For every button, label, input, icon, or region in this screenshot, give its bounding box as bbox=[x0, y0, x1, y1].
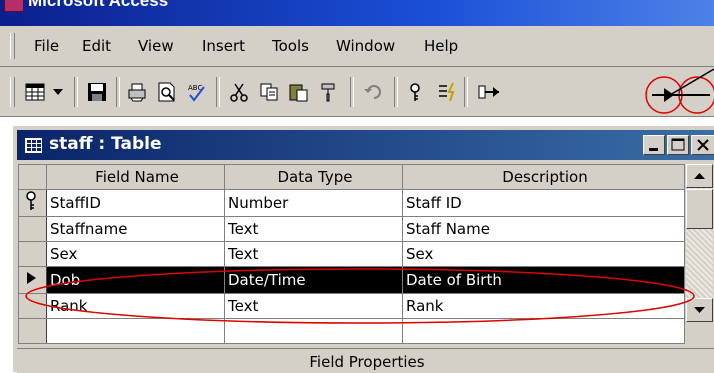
description-cell[interactable]: Rank bbox=[402, 293, 685, 319]
row-selector[interactable] bbox=[18, 241, 47, 267]
data-type-cell[interactable]: Text bbox=[224, 216, 403, 242]
table-design-window: staff : Table Field Name Data Type Descr… bbox=[11, 124, 714, 373]
field-properties-label: Field Properties bbox=[309, 353, 425, 371]
current-row-arrow-icon bbox=[27, 272, 36, 284]
field-row: Staffname Text Staff Name bbox=[18, 216, 685, 242]
row-selector[interactable] bbox=[18, 293, 47, 319]
toolbar-separator bbox=[464, 77, 468, 107]
toolbar-separator bbox=[74, 77, 78, 107]
field-name-cell[interactable]: StaffID bbox=[46, 189, 225, 217]
field-row: Sex Text Sex bbox=[18, 241, 685, 267]
field-name-cell[interactable]: Sex bbox=[46, 241, 225, 267]
field-row-current: Dob Date/Time Date of Birth bbox=[18, 266, 685, 294]
build-icon[interactable] bbox=[434, 79, 460, 105]
paste-icon[interactable] bbox=[286, 79, 312, 105]
grid-header-row: Field Name Data Type Description bbox=[18, 164, 685, 190]
close-button[interactable] bbox=[691, 135, 714, 155]
menu-bar: File Edit View Insert Tools Window Help bbox=[0, 26, 714, 67]
row-selector[interactable] bbox=[18, 189, 47, 217]
description-cell[interactable] bbox=[402, 318, 685, 344]
menu-edit[interactable]: Edit bbox=[82, 37, 111, 55]
app-title-bar: Microsoft Access bbox=[0, 0, 714, 26]
menubar-grip[interactable] bbox=[10, 33, 15, 59]
print-preview-icon[interactable] bbox=[154, 79, 180, 105]
table-icon bbox=[25, 138, 42, 153]
field-row: Rank Text Rank bbox=[18, 293, 685, 319]
data-type-cell[interactable] bbox=[224, 318, 403, 344]
description-cell[interactable]: Date of Birth bbox=[402, 266, 685, 294]
toolbar-separator bbox=[350, 77, 354, 107]
table-view-icon[interactable] bbox=[22, 79, 48, 105]
description-cell[interactable]: Sex bbox=[402, 241, 685, 267]
field-name-cell[interactable] bbox=[46, 318, 225, 344]
relationship-icon[interactable] bbox=[476, 79, 506, 105]
field-name-cell[interactable]: Dob bbox=[46, 266, 225, 294]
field-name-cell[interactable]: Rank bbox=[46, 293, 225, 319]
menu-view[interactable]: View bbox=[138, 37, 174, 55]
app-title: Microsoft Access bbox=[28, 0, 169, 10]
data-type-cell[interactable]: Text bbox=[224, 293, 403, 319]
row-selector-header[interactable] bbox=[18, 164, 47, 190]
column-header-data-type[interactable]: Data Type bbox=[224, 164, 403, 190]
scroll-up-button[interactable] bbox=[686, 164, 713, 188]
row-selector[interactable] bbox=[18, 318, 47, 344]
maximize-button[interactable] bbox=[667, 135, 689, 155]
minimize-button[interactable] bbox=[643, 135, 665, 155]
data-type-cell[interactable]: Date/Time bbox=[224, 266, 403, 294]
field-row: StaffID Number Staff ID bbox=[18, 189, 685, 217]
toolbar-separator bbox=[394, 77, 398, 107]
scroll-down-button[interactable] bbox=[686, 298, 713, 322]
description-cell[interactable]: Staff ID bbox=[402, 189, 685, 217]
print-icon[interactable] bbox=[124, 79, 150, 105]
table-window-title: staff : Table bbox=[49, 134, 162, 154]
save-icon[interactable] bbox=[84, 79, 110, 105]
cut-icon[interactable] bbox=[226, 79, 252, 105]
toolbar-separator bbox=[116, 77, 120, 107]
format-painter-icon[interactable] bbox=[316, 79, 342, 105]
menu-window[interactable]: Window bbox=[336, 37, 395, 55]
menu-help[interactable]: Help bbox=[424, 37, 458, 55]
field-name-cell[interactable]: Staffname bbox=[46, 216, 225, 242]
toolbar: ABC bbox=[0, 67, 714, 117]
spelling-icon[interactable]: ABC bbox=[184, 79, 210, 105]
field-row bbox=[18, 318, 685, 344]
menu-tools[interactable]: Tools bbox=[272, 37, 309, 55]
data-type-cell[interactable]: Text bbox=[224, 241, 403, 267]
menu-insert[interactable]: Insert bbox=[202, 37, 245, 55]
menu-file[interactable]: File bbox=[34, 37, 59, 55]
table-window-title-bar[interactable]: staff : Table bbox=[17, 130, 714, 160]
vertical-scrollbar[interactable] bbox=[686, 164, 713, 322]
toolbar-grip[interactable] bbox=[10, 77, 15, 107]
column-header-field-name[interactable]: Field Name bbox=[46, 164, 225, 190]
field-properties-bar: Field Properties bbox=[17, 348, 714, 373]
primary-key-icon[interactable] bbox=[402, 79, 428, 105]
undo-icon[interactable] bbox=[360, 79, 386, 105]
scroll-thumb[interactable] bbox=[686, 189, 713, 229]
data-type-cell[interactable]: Number bbox=[224, 189, 403, 217]
toolbar-separator bbox=[216, 77, 220, 107]
dropdown-arrow-icon[interactable] bbox=[50, 79, 66, 105]
access-app-icon bbox=[4, 0, 24, 12]
description-cell[interactable]: Staff Name bbox=[402, 216, 685, 242]
row-selector[interactable] bbox=[18, 216, 47, 242]
copy-icon[interactable] bbox=[256, 79, 282, 105]
column-header-description[interactable]: Description bbox=[402, 164, 685, 190]
row-selector[interactable] bbox=[18, 266, 47, 294]
primary-key-icon bbox=[26, 191, 36, 210]
field-design-grid: Field Name Data Type Description StaffID… bbox=[18, 164, 685, 344]
